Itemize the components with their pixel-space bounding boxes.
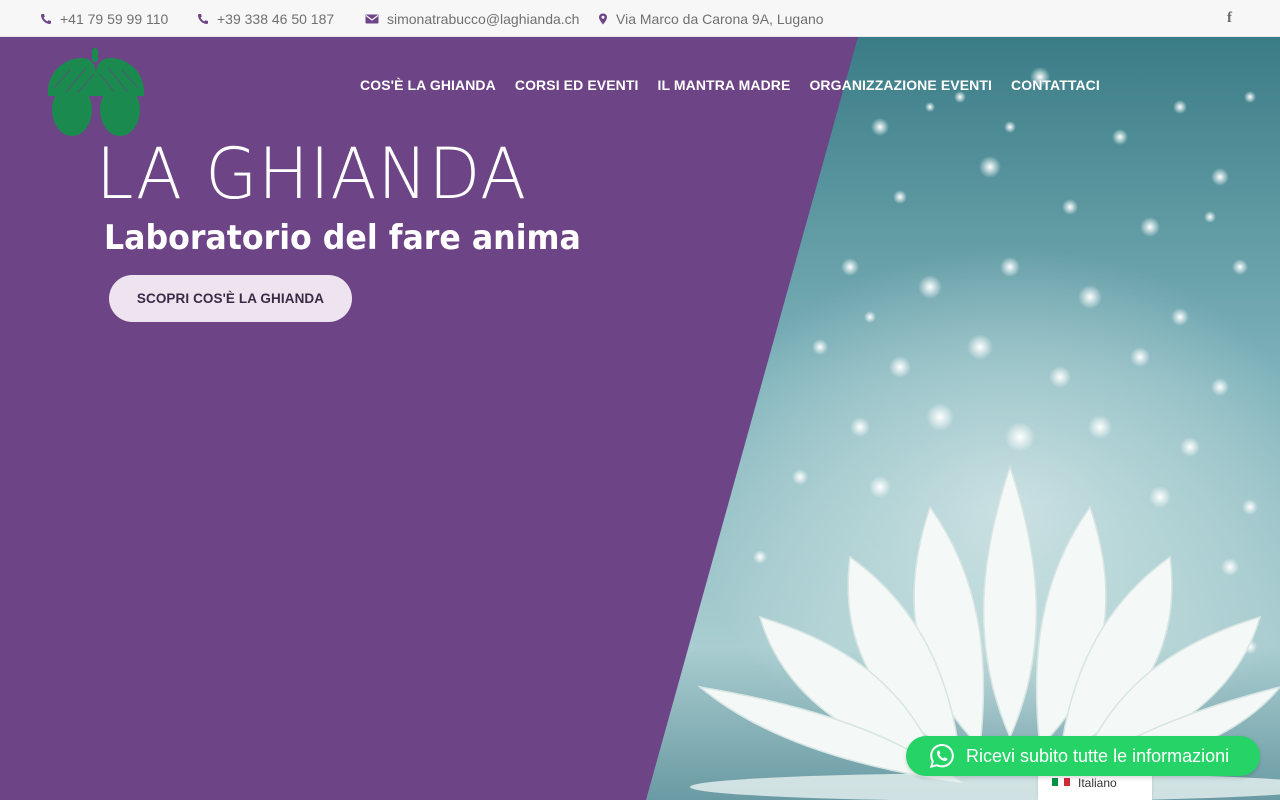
email-item[interactable]: simonatrabucco@laghianda.ch (365, 0, 579, 37)
nav-item-organizzazione-eventi[interactable]: ORGANIZZAZIONE EVENTI (809, 77, 992, 93)
whatsapp-label: Ricevi subito tutte le informazioni (966, 745, 1230, 766)
phone-it-text: +39 338 46 50 187 (217, 10, 335, 27)
acorn-logo[interactable] (42, 48, 150, 140)
address-item: Via Marco da Carona 9A, Lugano (598, 0, 824, 37)
phone-icon (197, 13, 209, 25)
hero-title: LA GHIANDA (96, 133, 528, 215)
nav-item-il-mantra-madre[interactable]: IL MANTRA MADRE (658, 77, 791, 93)
whatsapp-icon (930, 743, 954, 768)
top-contact-bar: +41 79 59 99 110 +39 338 46 50 187 simon… (0, 0, 1280, 37)
facebook-icon[interactable]: f (1227, 0, 1232, 37)
italy-flag-icon (1052, 778, 1070, 786)
main-navigation: COS'È LA GHIANDA CORSI ED EVENTI IL MANT… (360, 77, 1119, 93)
hero-subtitle: Laboratorio del fare anima (104, 218, 581, 258)
nav-item-cos-e-la-ghianda[interactable]: COS'È LA GHIANDA (360, 77, 496, 93)
address-text: Via Marco da Carona 9A, Lugano (616, 10, 824, 27)
nav-item-contattaci[interactable]: CONTATTACI (1011, 77, 1100, 93)
language-switcher[interactable]: Italiano (1038, 772, 1152, 800)
map-marker-icon (598, 13, 608, 25)
hero-section: COS'È LA GHIANDA CORSI ED EVENTI IL MANT… (0, 37, 1280, 800)
phone-icon (40, 13, 52, 25)
phone-it-item[interactable]: +39 338 46 50 187 (197, 0, 334, 37)
phone-ch-item[interactable]: +41 79 59 99 110 (40, 0, 168, 37)
language-label: Italiano (1078, 776, 1117, 790)
phone-ch-text: +41 79 59 99 110 (60, 10, 169, 27)
envelope-icon (365, 13, 379, 25)
email-text: simonatrabucco@laghianda.ch (387, 10, 580, 27)
discover-button[interactable]: SCOPRI COS'È LA GHIANDA (109, 275, 352, 322)
whatsapp-button[interactable]: Ricevi subito tutte le informazioni (906, 736, 1260, 776)
nav-item-corsi-ed-eventi[interactable]: CORSI ED EVENTI (515, 77, 639, 93)
